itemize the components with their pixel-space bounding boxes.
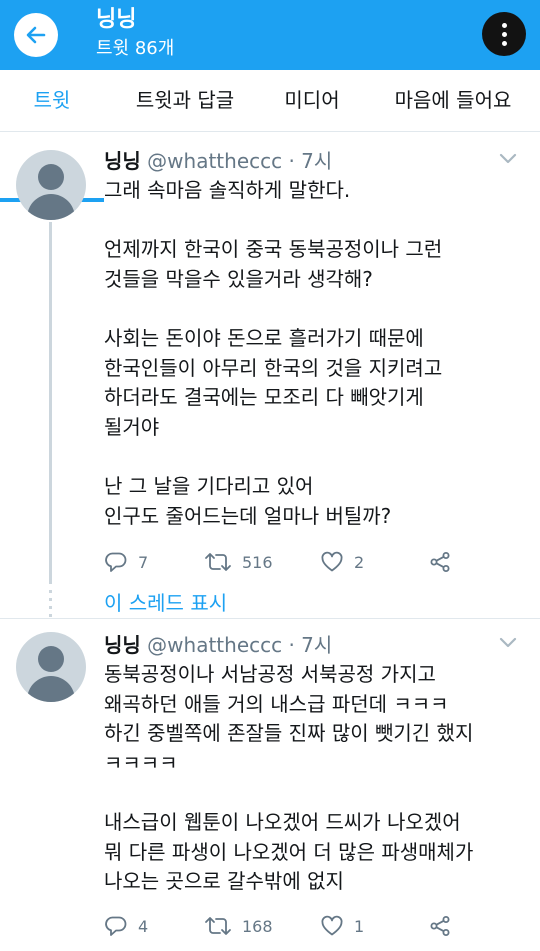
reply-button[interactable]: 4 — [104, 914, 148, 938]
thread-line — [49, 222, 52, 584]
reply-icon — [105, 552, 127, 572]
back-button[interactable] — [14, 13, 58, 57]
retweet-icon — [205, 917, 231, 935]
like-button[interactable]: 2 — [320, 550, 364, 574]
chevron-down-icon[interactable] — [498, 152, 518, 166]
author-handle-time: @whattheccc · 7시 — [147, 633, 333, 657]
reply-count: 4 — [138, 916, 149, 936]
tweet-text: 동북공정이나 서남공정 서북공정 가지고 왜곡하던 애들 거의 내스급 파던데 … — [104, 662, 474, 894]
arrow-left-icon — [26, 26, 46, 44]
chevron-down-icon[interactable] — [498, 636, 518, 650]
tab-tweets-and-replies[interactable]: 트윗과 답글 — [116, 70, 254, 132]
avatar[interactable] — [16, 632, 86, 702]
retweet-button[interactable]: 168 — [204, 914, 273, 938]
author-name[interactable]: 닝닝 — [104, 633, 141, 657]
reply-icon — [105, 916, 127, 936]
author-handle-time: @whattheccc · 7시 — [147, 149, 333, 173]
retweet-icon — [205, 553, 231, 571]
retweet-button[interactable]: 516 — [204, 550, 273, 574]
default-avatar-icon — [38, 646, 64, 672]
reply-button[interactable]: 7 — [104, 550, 148, 574]
share-icon — [430, 552, 450, 572]
tab-likes[interactable]: 마음에 들어요 — [378, 70, 528, 132]
default-avatar-icon — [38, 164, 64, 190]
more-options-button[interactable] — [482, 12, 526, 56]
profile-title: 닝닝 — [96, 7, 137, 32]
tweet-actions: 7 516 2 — [104, 550, 484, 574]
tweet-count: 트윗 86개 — [96, 38, 175, 59]
tweet-actions: 4 168 1 — [104, 914, 484, 938]
tweet-text: 그래 속마음 솔직하게 말한다. 언제까지 한국이 중국 동북공정이나 그런 것… — [104, 178, 443, 528]
like-count: 1 — [354, 916, 365, 936]
tab-media[interactable]: 미디어 — [266, 70, 358, 132]
avatar[interactable] — [16, 150, 86, 220]
like-button[interactable]: 1 — [320, 914, 364, 938]
app-header: 닝닝 트윗 86개 — [0, 0, 540, 70]
show-thread-link[interactable]: 이 스레드 표시 — [104, 589, 227, 617]
tweet-divider — [0, 618, 540, 619]
heart-icon — [321, 551, 343, 572]
share-button[interactable] — [428, 914, 452, 938]
retweet-count: 168 — [242, 916, 273, 936]
profile-tabs: 트윗 트윗과 답글 미디어 마음에 들어요 — [0, 70, 540, 202]
share-icon — [430, 916, 450, 936]
tab-tweets[interactable]: 트윗 — [0, 70, 104, 132]
reply-count: 7 — [138, 552, 149, 572]
retweet-count: 516 — [242, 552, 273, 572]
more-vertical-icon — [501, 22, 507, 28]
author-name[interactable]: 닝닝 — [104, 149, 141, 173]
heart-icon — [321, 915, 343, 936]
like-count: 2 — [354, 552, 365, 572]
share-button[interactable] — [428, 550, 452, 574]
